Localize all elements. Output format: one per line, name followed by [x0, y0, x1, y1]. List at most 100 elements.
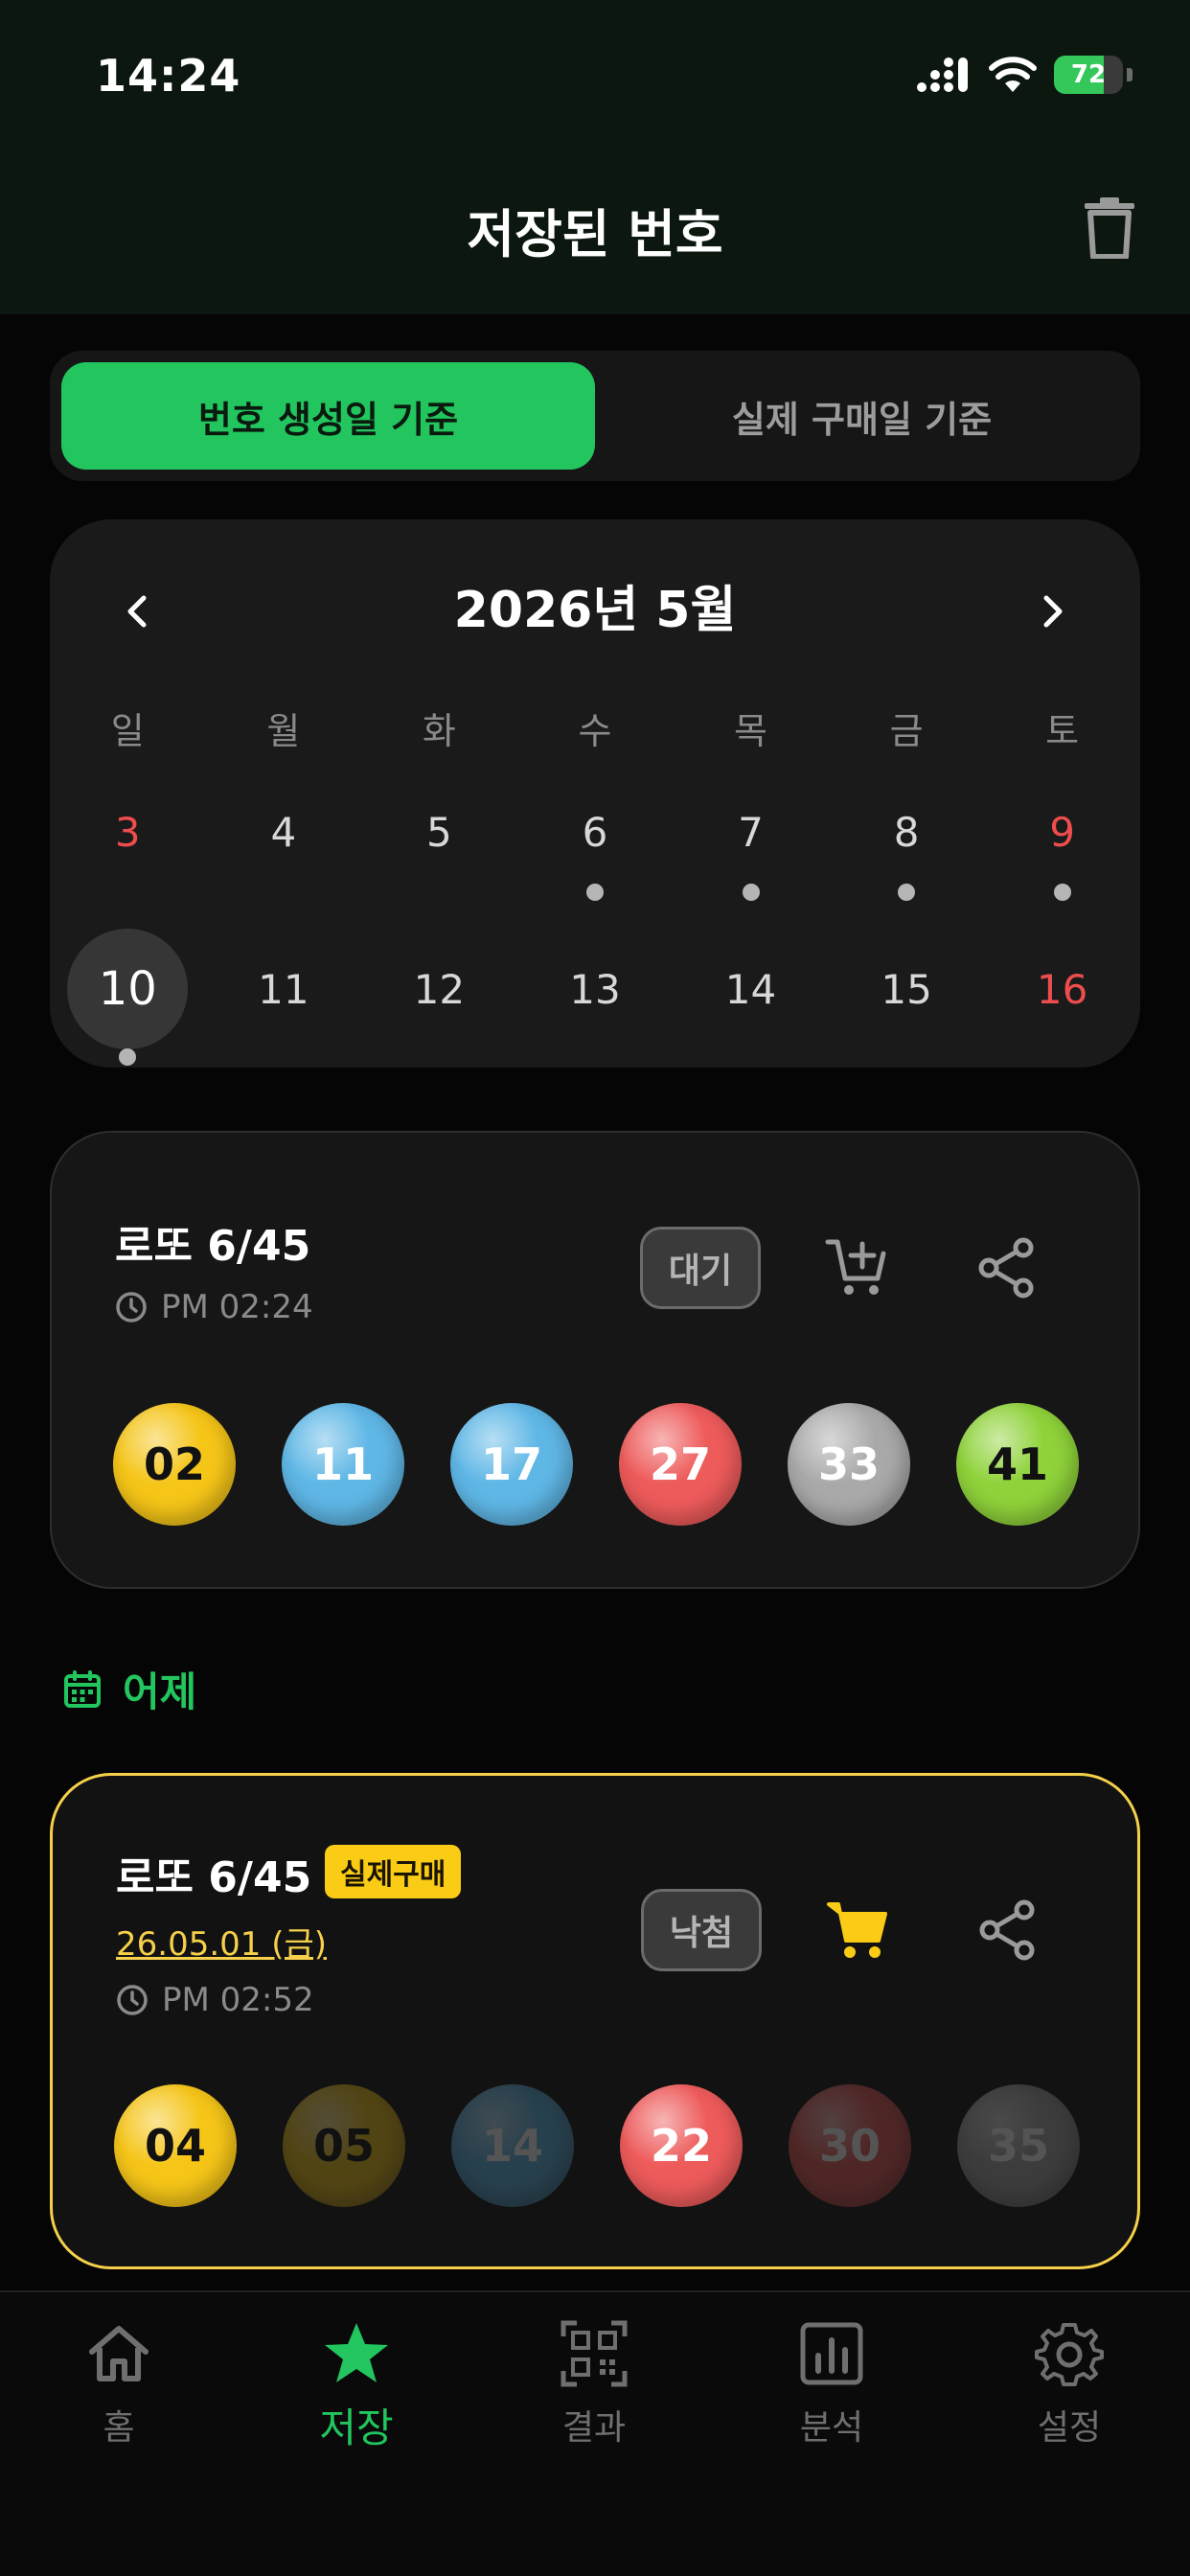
tab-settings[interactable]: 설정 — [950, 2319, 1188, 2450]
lotto-ball: 33 — [788, 1403, 910, 1526]
tab-saved[interactable]: 저장 — [238, 2319, 475, 2454]
day-number: 10 — [98, 962, 157, 1016]
calendar-header: 2026년 5월 — [50, 577, 1140, 644]
tab-bar: 홈 저장 결과 분석 설정 — [0, 2290, 1190, 2576]
calendar-day[interactable]: 13 — [517, 941, 674, 1037]
calendar-day[interactable]: 12 — [361, 941, 517, 1037]
gear-icon — [1035, 2323, 1104, 2386]
ticket-card[interactable]: 로또 6/45 PM 02:24 대기 02 11 17 27 33 41 — [50, 1131, 1140, 1589]
toggle-generated-date[interactable]: 번호 생성일 기준 — [61, 362, 595, 470]
weekday-label: 일 — [110, 710, 145, 752]
calendar-day[interactable]: 15 — [829, 941, 985, 1037]
lotto-ball: 17 — [450, 1403, 573, 1526]
tab-home[interactable]: 홈 — [0, 2319, 238, 2450]
section-header-yesterday: 어제 — [63, 1660, 196, 1718]
share-icon[interactable] — [974, 1897, 1041, 1964]
clock-icon — [117, 1985, 148, 2015]
calendar-month: 2026년 5월 — [453, 582, 737, 639]
tab-label: 설정 — [1037, 2408, 1102, 2448]
day-number: 9 — [1049, 808, 1076, 856]
lotto-ball: 11 — [282, 1403, 404, 1526]
calendar-day[interactable]: 6 — [517, 784, 674, 901]
tab-analysis[interactable]: 분석 — [713, 2319, 950, 2450]
ticket-title: 로또 6/45 — [116, 1853, 312, 1902]
lotto-ball: 04 — [114, 2084, 237, 2207]
day-number: 5 — [426, 808, 452, 856]
chevron-right-icon[interactable] — [1025, 585, 1079, 638]
calendar-day[interactable]: 16 — [984, 941, 1140, 1037]
weekday-label: 목 — [734, 710, 768, 752]
trash-icon[interactable] — [1081, 197, 1138, 259]
date-basis-toggle: 번호 생성일 기준 실제 구매일 기준 — [50, 351, 1140, 481]
calendar-day[interactable]: 7 — [673, 784, 829, 901]
day-number: 13 — [569, 965, 621, 1013]
add-cart-icon[interactable] — [824, 1234, 891, 1301]
ticket-time: PM 02:24 — [115, 1288, 313, 1326]
clock-icon — [116, 1292, 147, 1322]
cart-icon[interactable] — [825, 1897, 892, 1964]
day-number: 8 — [893, 808, 920, 856]
day-number: 4 — [270, 808, 297, 856]
status-icons: 72 — [916, 54, 1133, 96]
weekday-row: 일 월 화 수 목 금 토 — [50, 702, 1140, 754]
day-number: 15 — [881, 965, 932, 1013]
weekday-label: 금 — [889, 710, 924, 752]
lotto-ball: 35 — [957, 2084, 1080, 2207]
calendar: 2026년 5월 일 월 화 수 목 금 토 3 4 5 6 7 8 9 10 … — [50, 519, 1140, 1068]
entry-dot — [585, 884, 604, 901]
section-label: 어제 — [123, 1668, 197, 1715]
entry-dot — [119, 1048, 137, 1066]
calendar-day-selected[interactable]: 10 — [50, 929, 206, 1066]
purchased-badge: 실제구매 — [325, 1845, 462, 1898]
share-icon[interactable] — [973, 1234, 1041, 1301]
calendar-day[interactable]: 4 — [206, 784, 362, 880]
status-bar: 14:24 72 — [0, 0, 1190, 153]
weekday-label: 월 — [266, 710, 301, 752]
calendar-day[interactable]: 3 — [50, 784, 206, 880]
status-pending-button[interactable]: 대기 — [640, 1227, 761, 1309]
weekday-label: 수 — [578, 710, 612, 752]
calendar-day[interactable]: 5 — [361, 784, 517, 880]
weekday-label: 토 — [1045, 710, 1080, 752]
chart-icon — [800, 2322, 863, 2385]
entry-dot — [742, 884, 760, 901]
lotto-ball: 02 — [113, 1403, 236, 1526]
battery-tip — [1127, 68, 1133, 81]
signal-icon — [917, 58, 968, 92]
tab-label: 홈 — [103, 2408, 135, 2448]
lotto-ball: 30 — [789, 2084, 911, 2207]
lotto-ball: 41 — [956, 1403, 1079, 1526]
toggle-purchase-date[interactable]: 실제 구매일 기준 — [595, 362, 1129, 470]
ticket-time-text: PM 02:52 — [162, 1981, 314, 2019]
star-icon — [325, 2323, 388, 2382]
top-area: 14:24 72 저장된 번호 — [0, 0, 1190, 314]
day-number: 7 — [738, 808, 764, 856]
tab-results[interactable]: 결과 — [475, 2319, 713, 2450]
lotto-ball: 22 — [620, 2084, 743, 2207]
day-number: 6 — [582, 808, 608, 856]
calendar-day[interactable]: 9 — [984, 784, 1140, 901]
day-number: 12 — [413, 965, 466, 1013]
lotto-ball: 05 — [283, 2084, 405, 2207]
purchase-date-link[interactable]: 26.05.01 (금) — [116, 1918, 327, 1965]
tab-label: 분석 — [799, 2408, 864, 2448]
entry-dot — [1053, 884, 1071, 901]
ticket-title: 로또 6/45 — [115, 1222, 311, 1271]
day-number: 16 — [1036, 965, 1088, 1013]
battery-level: 72 — [1070, 60, 1107, 89]
day-number: 3 — [114, 808, 141, 856]
ticket-card-purchased[interactable]: 로또 6/45 실제구매 26.05.01 (금) PM 02:52 낙첨 04… — [50, 1773, 1140, 2269]
page-title: 저장된 번호 — [467, 204, 723, 264]
lotto-ball: 27 — [619, 1403, 742, 1526]
calendar-week: 10 11 12 13 14 15 16 — [50, 929, 1140, 1066]
number-balls: 04 05 14 22 30 35 — [114, 2084, 1080, 2207]
calendar-day[interactable]: 11 — [206, 941, 362, 1037]
battery-icon: 72 — [1054, 56, 1123, 94]
tab-label: 결과 — [561, 2408, 627, 2448]
calendar-day[interactable]: 14 — [673, 941, 829, 1037]
calendar-icon — [64, 1669, 101, 1708]
status-lost-button[interactable]: 낙첨 — [641, 1889, 762, 1971]
weekday-label: 화 — [422, 710, 456, 752]
calendar-day[interactable]: 8 — [829, 784, 985, 901]
wifi-icon — [989, 57, 1037, 92]
